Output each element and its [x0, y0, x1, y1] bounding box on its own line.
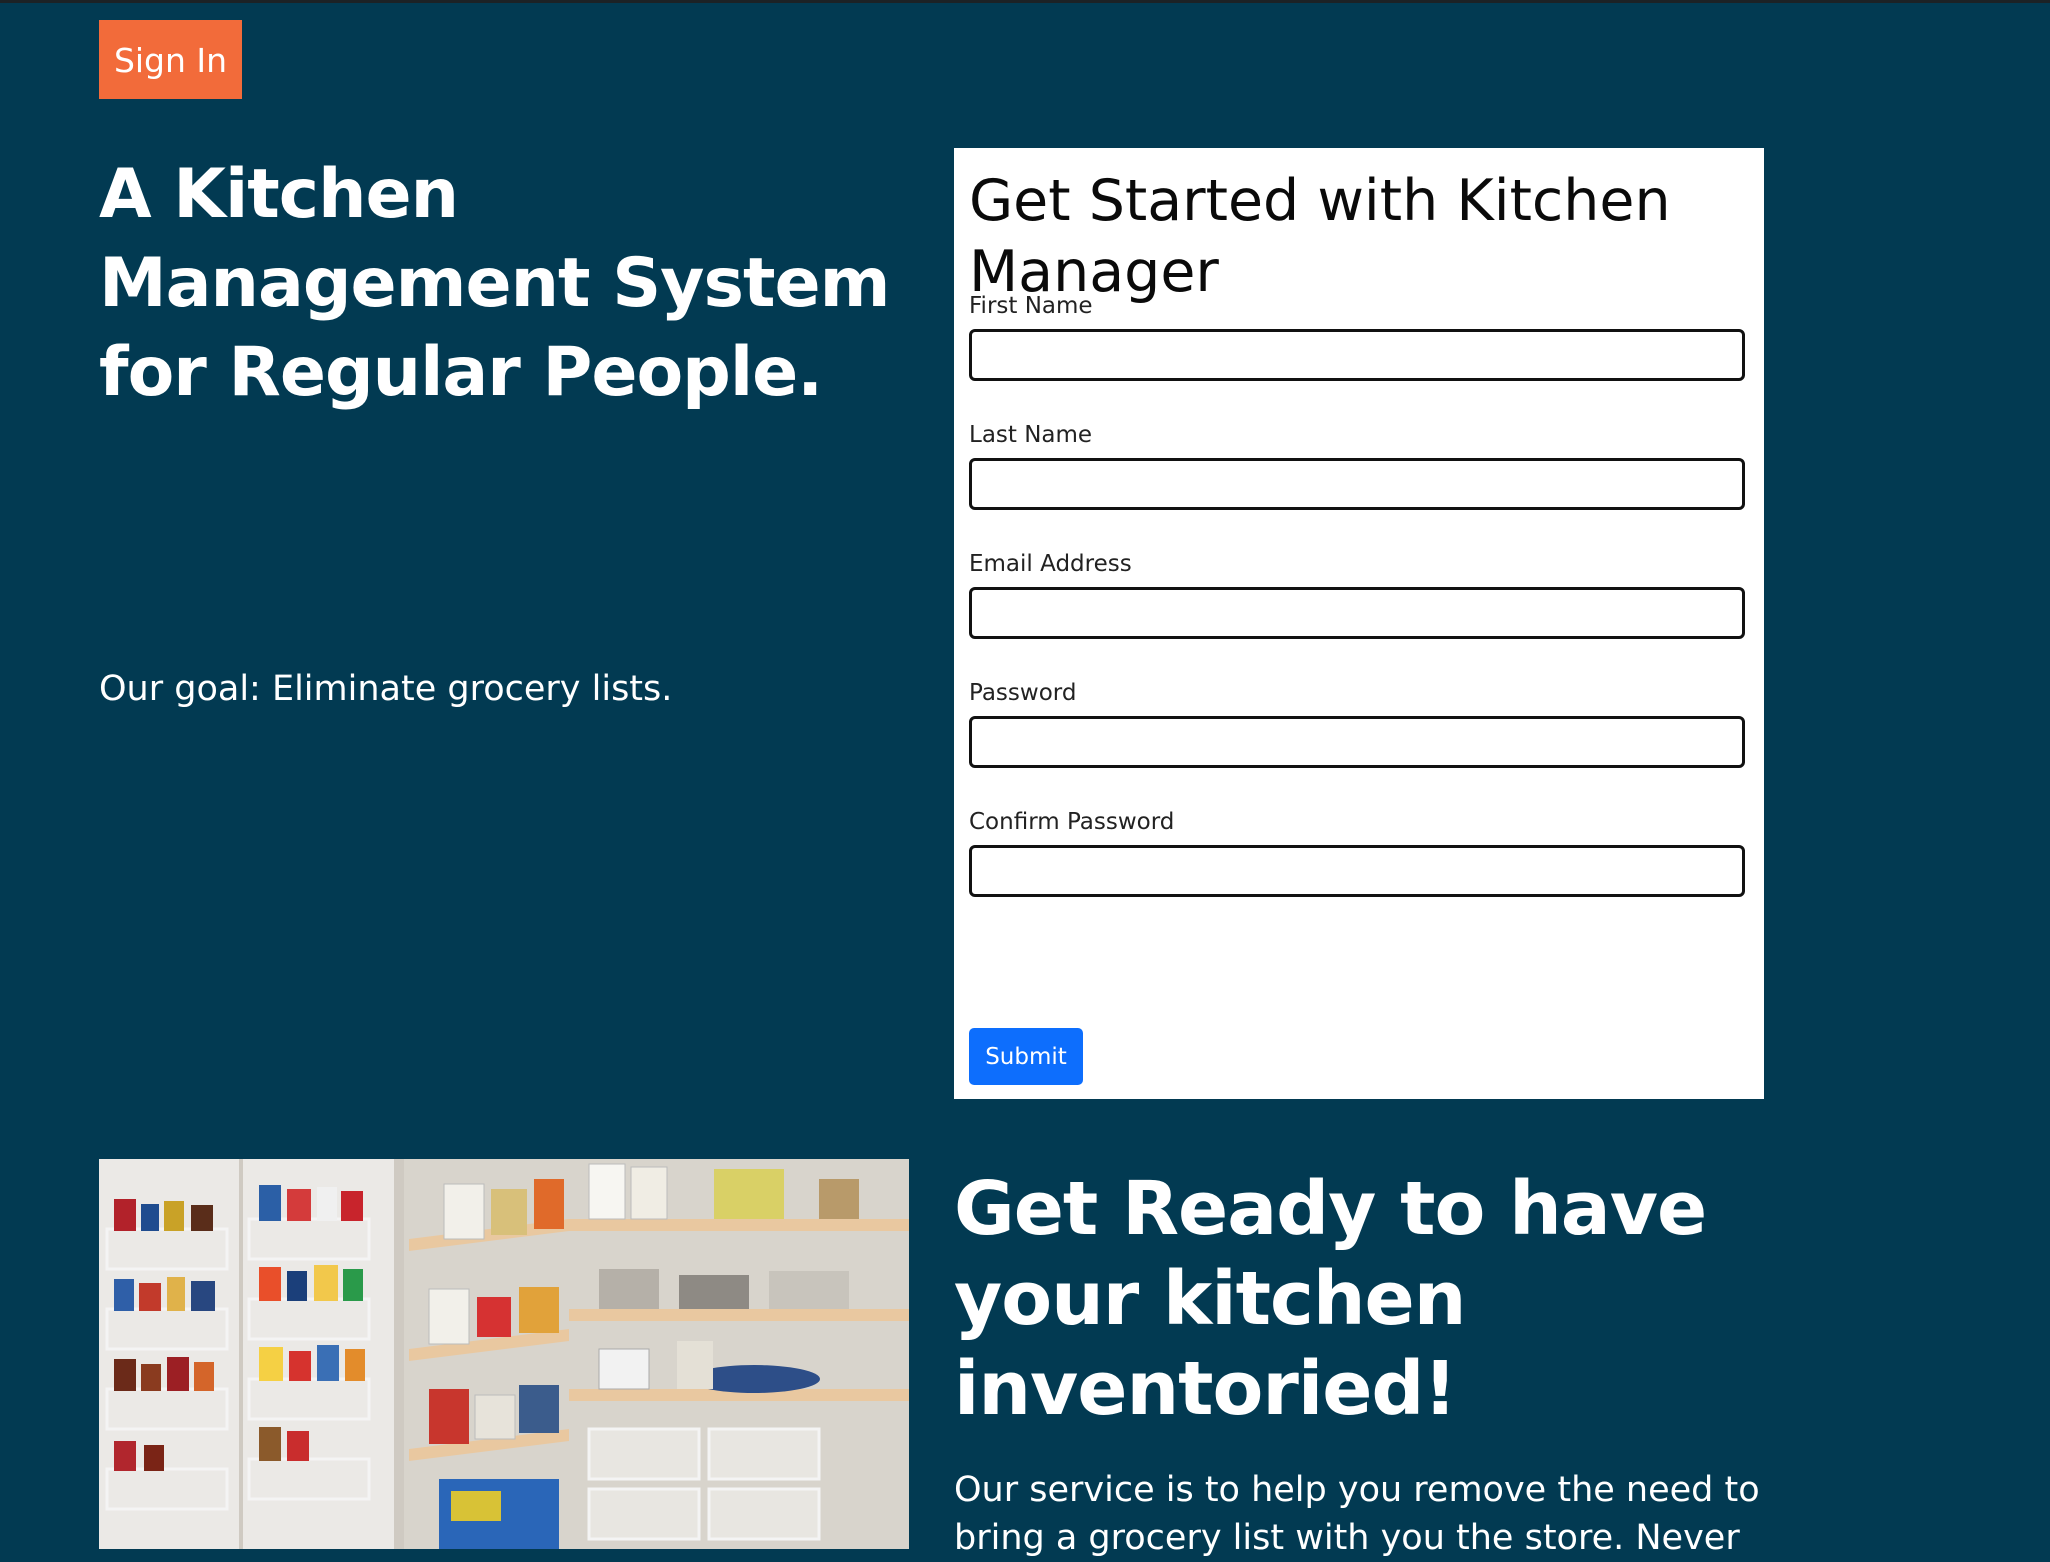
submit-button[interactable]: Submit	[969, 1028, 1083, 1085]
last-name-label: Last Name	[969, 422, 1093, 448]
top-border	[0, 0, 2050, 3]
password-input[interactable]	[969, 716, 1745, 768]
section-body-text: Our service is to help you remove the ne…	[954, 1470, 1760, 1558]
sign-in-button[interactable]: Sign In	[99, 20, 242, 99]
signup-form-card: Get Started with Kitchen Manager First N…	[954, 148, 1764, 1099]
hero-goal-text: Our goal: Eliminate grocery lists.	[99, 669, 673, 709]
password-label: Password	[969, 680, 1077, 706]
hero-title: A Kitchen Management System for Regular …	[99, 155, 890, 412]
confirm-password-input[interactable]	[969, 845, 1745, 897]
first-name-input[interactable]	[969, 329, 1745, 381]
pantry-photo	[99, 1159, 909, 1549]
form-title: Get Started with Kitchen Manager	[969, 168, 1671, 305]
first-name-label: First Name	[969, 293, 1093, 319]
confirm-password-label: Confirm Password	[969, 809, 1175, 835]
section-title: Get Ready to have your kitchen inventori…	[954, 1166, 1707, 1432]
last-name-input[interactable]	[969, 458, 1745, 510]
email-input[interactable]	[969, 587, 1745, 639]
email-label: Email Address	[969, 551, 1132, 577]
